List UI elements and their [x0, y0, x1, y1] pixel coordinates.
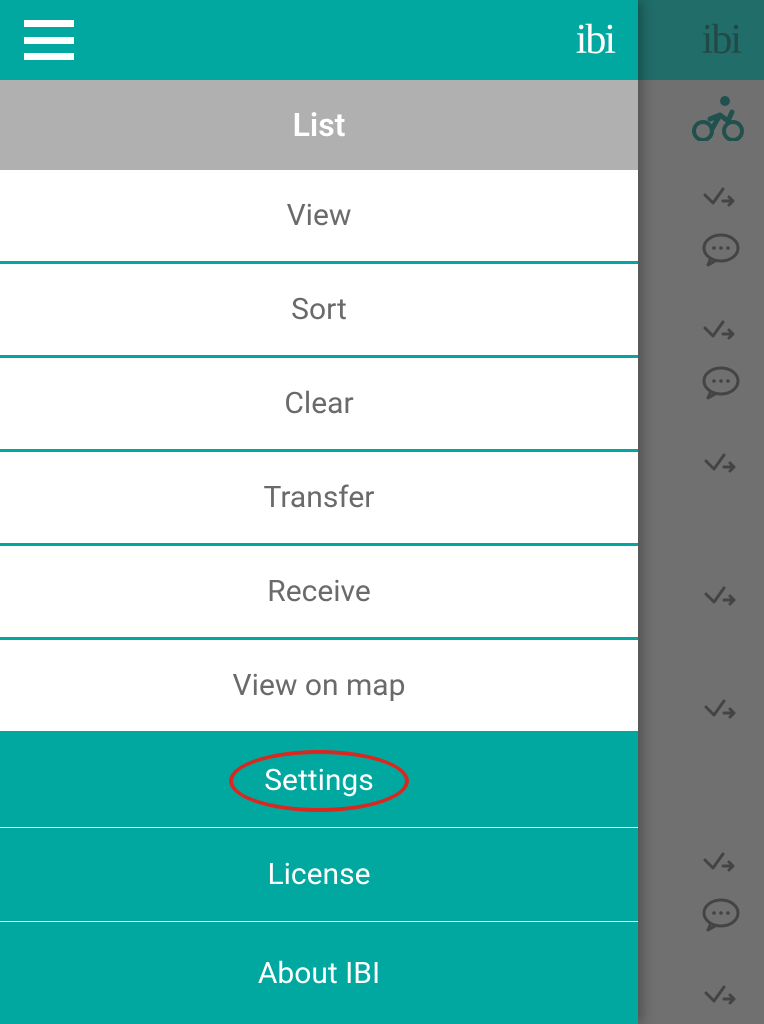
hamburger-menu-icon[interactable] — [24, 20, 74, 60]
menu-item-label: Receive — [267, 574, 371, 609]
menu-item-view-on-map[interactable]: View on map — [0, 640, 638, 734]
app-logo: ibi — [576, 16, 614, 64]
menu-item-license[interactable]: License — [0, 828, 638, 922]
menu-item-sort[interactable]: Sort — [0, 264, 638, 358]
menu-item-label: Clear — [284, 386, 353, 421]
menu-item-label: Transfer — [264, 480, 375, 515]
menu-item-label: Settings — [264, 763, 374, 798]
menu-item-label: License — [267, 857, 370, 892]
menu-item-about[interactable]: About IBI — [0, 922, 638, 1024]
navigation-drawer: ibi List View Sort Clear Transfer Receiv… — [0, 0, 638, 1024]
menu-item-view[interactable]: View — [0, 170, 638, 264]
menu-item-label: Sort — [291, 292, 347, 327]
menu-item-label: About IBI — [258, 956, 380, 991]
section-label: List — [293, 106, 346, 144]
menu-section-header: List — [0, 80, 638, 170]
menu-item-label: View on map — [233, 668, 406, 703]
drawer-header: ibi — [0, 0, 638, 80]
menu-item-transfer[interactable]: Transfer — [0, 452, 638, 546]
menu-item-clear[interactable]: Clear — [0, 358, 638, 452]
menu-item-receive[interactable]: Receive — [0, 546, 638, 640]
menu-item-label: View — [287, 198, 352, 233]
menu-item-settings[interactable]: Settings — [0, 734, 638, 828]
